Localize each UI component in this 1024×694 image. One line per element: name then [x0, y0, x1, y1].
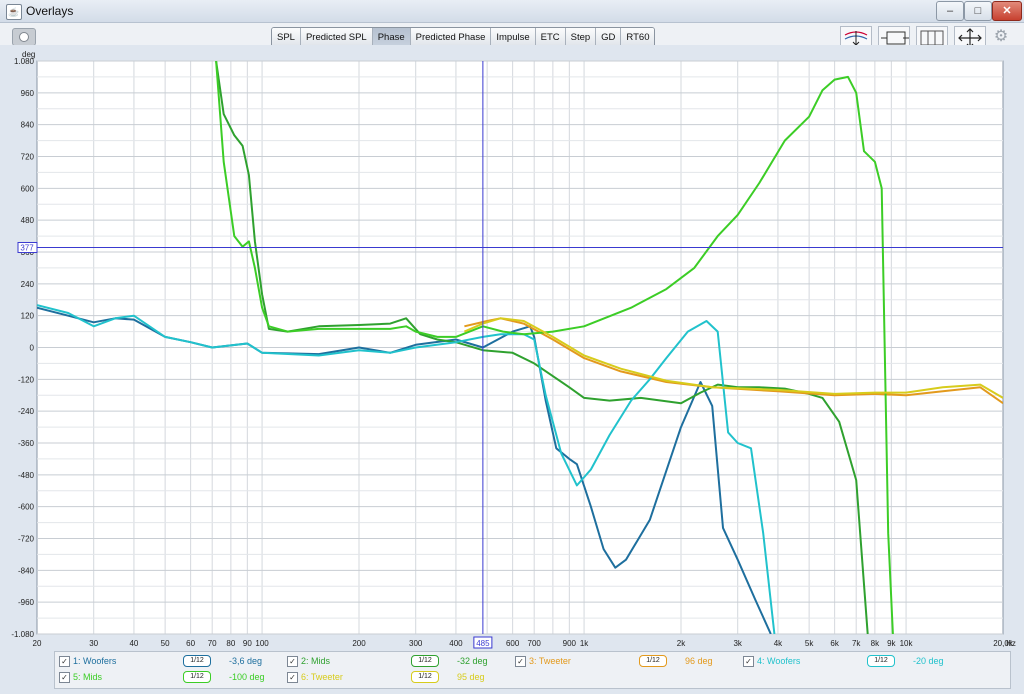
phase-chart[interactable]: 20 30 40 50 60 70 80 90 100 200 300 400 600 700 900 1k 2…	[0, 45, 1024, 649]
legend-series-label: 6: Tweeter	[301, 672, 343, 682]
smoothing-button[interactable]: 1/12	[639, 655, 667, 667]
window-title: Overlays	[26, 4, 74, 18]
y-tick-label: 840	[21, 121, 35, 130]
legend-panel: ✓ 1: Woofers 1/12 -3,6 deg ✓ 2: Mids 1/12 -32 d…	[54, 651, 1011, 689]
legend-series-label: 3: Tweeter	[529, 656, 571, 666]
x-tick-label: 40	[129, 639, 138, 648]
x-tick-label: 100	[255, 639, 269, 648]
smoothing-button[interactable]: 1/12	[183, 655, 211, 667]
legend-checkbox[interactable]: ✓	[287, 672, 298, 683]
legend-cursor-value: -20 deg	[913, 656, 944, 666]
x-tick-label: 70	[208, 639, 217, 648]
x-tick-label: 5k	[805, 639, 814, 648]
camera-icon[interactable]	[12, 28, 36, 46]
smoothing-button[interactable]: 1/12	[867, 655, 895, 667]
x-tick-label: 900	[563, 639, 577, 648]
x-tick-label: 7k	[852, 639, 861, 648]
y-unit-label: deg	[22, 50, 35, 59]
legend-checkbox[interactable]: ✓	[59, 672, 70, 683]
x-tick-label: 1k	[580, 639, 589, 648]
cursor-x-readout: 485	[476, 639, 490, 648]
legend-series-label: 5: Mids	[73, 672, 103, 682]
x-tick-label: 2k	[677, 639, 686, 648]
legend-cursor-value: -32 deg	[457, 656, 488, 666]
y-tick-label: 0	[30, 344, 35, 353]
window-title-bar: ☕ Overlays – □ ✕	[0, 0, 1024, 23]
maximize-button[interactable]: □	[964, 1, 992, 21]
legend-checkbox[interactable]: ✓	[59, 656, 70, 667]
y-tick-label: -480	[18, 471, 35, 480]
settings-gear-icon[interactable]: ⚙	[992, 28, 1010, 46]
y-tick-label: -960	[18, 598, 35, 607]
x-tick-label: 9k	[887, 639, 896, 648]
x-tick-label: 30	[89, 639, 98, 648]
x-tick-label: 3k	[733, 639, 742, 648]
legend-cursor-value: -100 deg	[229, 672, 265, 682]
x-tick-label: 10k	[900, 639, 914, 648]
legend-cursor-value: 96 deg	[685, 656, 713, 666]
x-tick-label: 6k	[830, 639, 839, 648]
minimize-button[interactable]: –	[936, 1, 964, 21]
x-tick-label: 80	[226, 639, 235, 648]
smoothing-button[interactable]: 1/12	[183, 671, 211, 683]
close-button[interactable]: ✕	[992, 1, 1022, 21]
x-tick-label: 600	[506, 639, 520, 648]
legend-series-label: 1: Woofers	[73, 656, 117, 666]
y-tick-label: 120	[21, 312, 35, 321]
x-tick-label: 700	[528, 639, 542, 648]
x-tick-label: 50	[161, 639, 170, 648]
y-tick-label: 240	[21, 280, 35, 289]
legend-cursor-value: 95 deg	[457, 672, 485, 682]
x-tick-label: 200	[352, 639, 366, 648]
y-tick-label: -120	[18, 375, 35, 384]
smoothing-button[interactable]: 1/12	[411, 655, 439, 667]
y-tick-label: 960	[21, 89, 35, 98]
x-unit-label: Hz	[1006, 639, 1016, 648]
y-tick-label: -240	[18, 407, 35, 416]
y-tick-label: -360	[18, 439, 35, 448]
y-tick-label: -720	[18, 535, 35, 544]
legend-checkbox[interactable]: ✓	[287, 656, 298, 667]
x-tick-label: 400	[449, 639, 463, 648]
x-tick-label: 4k	[774, 639, 783, 648]
legend-series-label: 4: Woofers	[757, 656, 801, 666]
x-tick-label: 20	[33, 639, 42, 648]
legend-checkbox[interactable]: ✓	[515, 656, 526, 667]
app-icon: ☕	[6, 4, 22, 20]
cursor-y-readout: 377	[20, 243, 34, 252]
y-tick-label: 720	[21, 153, 35, 162]
x-tick-label: 8k	[871, 639, 880, 648]
y-tick-label: 600	[21, 184, 35, 193]
legend-cursor-value: -3,6 deg	[229, 656, 263, 666]
x-tick-label: 300	[409, 639, 423, 648]
legend-checkbox[interactable]: ✓	[743, 656, 754, 667]
y-tick-label: -600	[18, 503, 35, 512]
x-tick-label: 60	[186, 639, 195, 648]
y-tick-label: -840	[18, 566, 35, 575]
y-tick-label: 480	[21, 216, 35, 225]
y-tick-label: -1.080	[11, 630, 34, 639]
legend-series-label: 2: Mids	[301, 656, 331, 666]
x-tick-label: 90	[243, 639, 252, 648]
smoothing-button[interactable]: 1/12	[411, 671, 439, 683]
